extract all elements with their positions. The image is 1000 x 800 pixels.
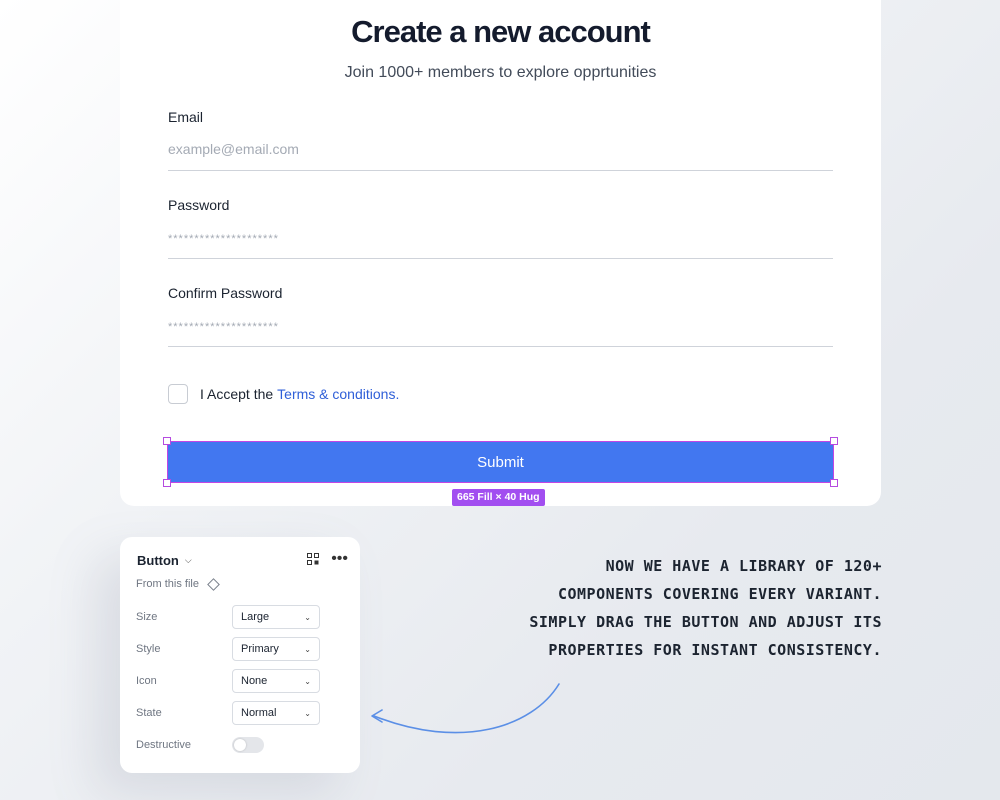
chevron-down-icon: ⌵ — [184, 555, 192, 565]
property-label: Size — [136, 611, 158, 623]
state-select[interactable]: Normal ⌄ — [232, 701, 320, 725]
more-options-icon[interactable]: ••• — [331, 551, 348, 567]
email-field-group: Email — [168, 109, 833, 171]
annotation-line: COMPONENTS COVERING EVERY VARIANT. — [557, 585, 882, 603]
size-select[interactable]: Large ⌄ — [232, 605, 320, 629]
property-destructive: Destructive — [136, 733, 346, 757]
component-properties-panel: Button ⌵ ••• From this file Size Large ⌄… — [120, 537, 360, 773]
size-badge: 665 Fill × 40 Hug — [452, 489, 545, 506]
from-file-row: From this file — [136, 577, 220, 591]
property-icon: Icon None ⌄ — [136, 669, 346, 693]
submit-button[interactable]: Submit — [167, 441, 834, 483]
chevron-down-icon: ⌄ — [304, 676, 311, 686]
panel-title: Button — [137, 553, 179, 568]
confirm-password-field[interactable] — [168, 315, 833, 347]
component-grid-icon[interactable] — [307, 553, 320, 565]
panel-header[interactable]: Button ⌵ — [137, 553, 192, 568]
select-value: Primary — [241, 643, 279, 655]
password-field-group: Password — [168, 197, 833, 259]
component-diamond-icon[interactable] — [207, 577, 220, 591]
confirm-password-field-group: Confirm Password — [168, 285, 833, 347]
from-file-label: From this file — [136, 578, 199, 590]
property-state: State Normal ⌄ — [136, 701, 346, 725]
terms-checkbox[interactable] — [168, 384, 188, 404]
property-size: Size Large ⌄ — [136, 605, 346, 629]
page-title: Create a new account — [351, 14, 651, 49]
confirm-password-label: Confirm Password — [168, 285, 283, 301]
destructive-toggle[interactable] — [232, 737, 264, 753]
icon-select[interactable]: None ⌄ — [232, 669, 320, 693]
terms-row: I Accept the Terms & conditions. — [168, 384, 399, 404]
property-style: Style Primary ⌄ — [136, 637, 346, 661]
resize-handle-top-right[interactable] — [830, 437, 838, 445]
property-label: Icon — [136, 675, 157, 687]
annotation-line: NOW WE HAVE A LIBRARY OF 120+ — [605, 557, 882, 575]
chevron-down-icon: ⌄ — [304, 708, 311, 718]
select-value: None — [241, 675, 268, 687]
resize-handle-bottom-left[interactable] — [163, 479, 171, 487]
style-select[interactable]: Primary ⌄ — [232, 637, 320, 661]
annotation-line: SIMPLY DRAG THE BUTTON AND ADJUST ITS — [529, 613, 882, 631]
password-label: Password — [168, 197, 230, 213]
email-field[interactable] — [168, 139, 833, 171]
chevron-down-icon: ⌄ — [304, 612, 311, 622]
panel-actions: ••• — [307, 551, 348, 567]
resize-handle-bottom-right[interactable] — [830, 479, 838, 487]
signup-card: Create a new account Join 1000+ members … — [120, 0, 881, 506]
select-value: Large — [241, 611, 270, 623]
property-label: State — [136, 707, 162, 719]
terms-link[interactable]: Terms & conditions. — [277, 386, 399, 402]
page-subtitle: Join 1000+ members to explore opprtuniti… — [344, 64, 657, 81]
annotation-note: NOW WE HAVE A LIBRARY OF 120+ COMPONENTS… — [450, 552, 882, 664]
property-label: Style — [136, 643, 161, 655]
annotation-line: PROPERTIES FOR INSTANT CONSISTENCY. — [548, 641, 882, 659]
property-label: Destructive — [136, 739, 192, 751]
terms-text: I Accept the — [200, 386, 274, 402]
email-label: Email — [168, 109, 204, 125]
toggle-knob — [234, 739, 246, 751]
resize-handle-top-left[interactable] — [163, 437, 171, 445]
submit-selection: Submit — [163, 437, 838, 487]
curved-arrow-icon — [371, 683, 560, 734]
password-field[interactable] — [168, 227, 833, 259]
chevron-down-icon: ⌄ — [304, 644, 311, 654]
select-value: Normal — [241, 707, 277, 719]
